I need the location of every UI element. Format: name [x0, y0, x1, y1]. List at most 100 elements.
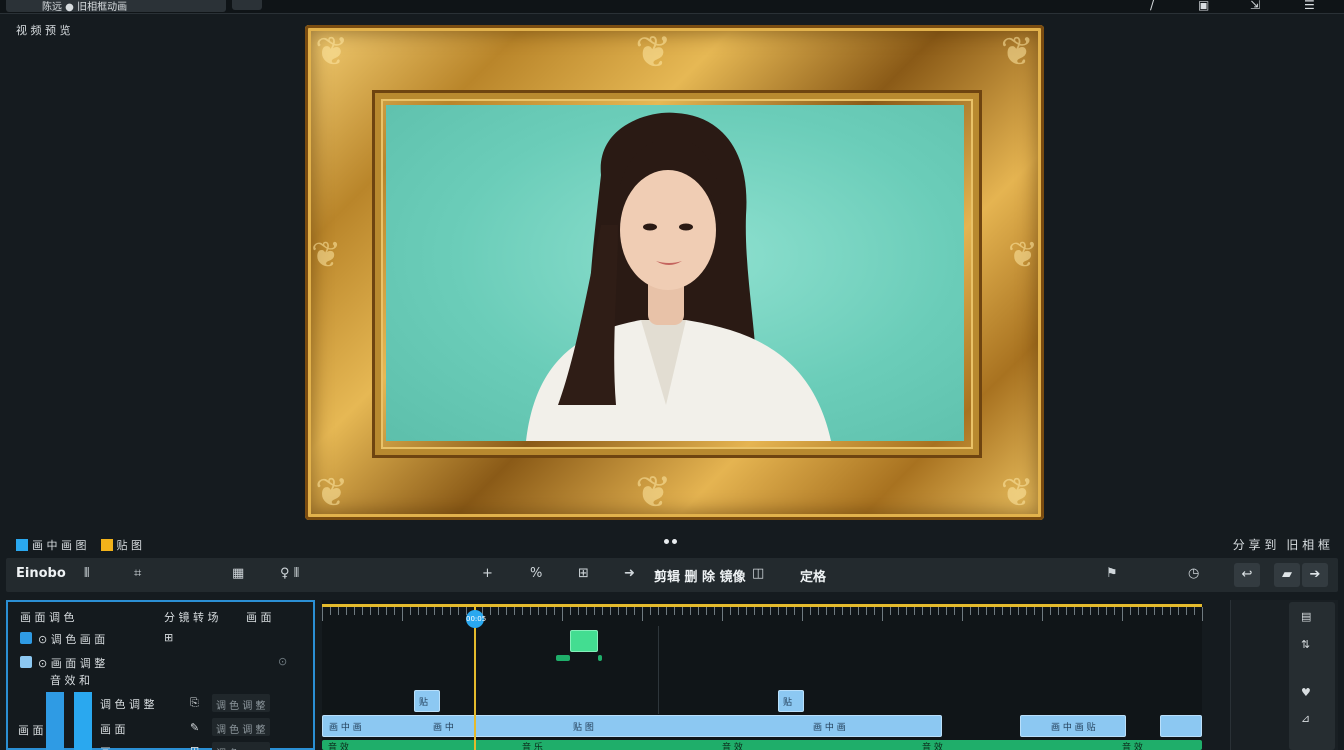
tag-icon[interactable]: ⇅	[1301, 638, 1310, 651]
ruler-tick	[962, 607, 963, 621]
frame-icon[interactable]: ◫	[752, 566, 764, 581]
grid-icon[interactable]: ▦	[232, 566, 244, 581]
track-row-field-1[interactable]: 调 色 调 整	[212, 694, 270, 712]
ruler-tick	[994, 607, 995, 615]
menu-icon[interactable]: ☰	[1304, 0, 1315, 12]
ruler-tick	[442, 607, 443, 615]
ruler-tick	[1154, 607, 1155, 615]
frame-ornament-tl: ❦	[315, 29, 349, 75]
ruler-tick	[810, 607, 811, 615]
ruler-tick	[618, 607, 619, 615]
project-title-tab[interactable]: 陈远 ● 旧相框动画	[6, 0, 226, 13]
ruler-tick	[834, 607, 835, 615]
panel-header-color[interactable]: 画 面 调 色	[20, 609, 75, 625]
timer-icon[interactable]: ◷	[1188, 566, 1199, 581]
track-row-field-2[interactable]: 调 色 调 整	[212, 718, 270, 736]
time-ruler[interactable]	[322, 604, 1203, 626]
ruler-tick	[1050, 607, 1051, 615]
track-row-field-3[interactable]: 调 色	[212, 742, 270, 750]
panel-header-transition[interactable]: 分 镜 转 场	[164, 609, 219, 625]
legend-swatch-blue	[16, 539, 28, 551]
ruler-tick	[530, 607, 531, 615]
ruler-tick	[498, 607, 499, 615]
sticker-clip[interactable]: 贴	[778, 690, 804, 712]
playhead-handle[interactable]: 00:05	[466, 610, 486, 628]
color-row-extra[interactable]: ⊞	[164, 631, 173, 644]
ruler-tick	[330, 607, 331, 615]
edit-actions-label[interactable]: 剪辑 删 除 镜像	[654, 566, 746, 585]
checkbox-color-row[interactable]	[20, 632, 32, 644]
audio-clip[interactable]: 音 效 音 乐 音 效 音 效 音 效	[322, 740, 1202, 750]
back-button[interactable]	[232, 0, 262, 10]
ruler-tick	[1090, 607, 1091, 615]
mirror-icon[interactable]: ⊞	[578, 566, 589, 581]
split-icon[interactable]: ⫴	[84, 566, 89, 581]
ruler-tick	[858, 607, 859, 615]
ruler-tick	[1026, 607, 1027, 615]
overlay-clip[interactable]	[570, 630, 598, 652]
ruler-tick	[490, 607, 491, 615]
ruler-tick	[770, 607, 771, 615]
pen-icon[interactable]: /	[1150, 0, 1154, 12]
heart-icon[interactable]: ♥	[1301, 686, 1311, 699]
ruler-tick	[978, 607, 979, 615]
adjust-icon[interactable]: ⊿	[1301, 712, 1310, 725]
text-icon[interactable]: ♀ ⦀	[280, 566, 299, 581]
ruler-tick	[1186, 607, 1187, 615]
main-video-clip[interactable]	[1160, 715, 1202, 737]
track-row-icon-1[interactable]: ⎘	[190, 696, 199, 710]
flag-icon[interactable]: ⚑	[1106, 566, 1118, 581]
export-button[interactable]: ➔	[1302, 563, 1328, 587]
old-frame-label[interactable]: 旧 相 框	[1286, 536, 1330, 553]
main-video-clip[interactable]: 画 中 画 贴	[1020, 715, 1126, 737]
undo-button[interactable]: ↩	[1234, 563, 1260, 587]
track-row-icon-2[interactable]: ✎	[190, 721, 199, 734]
ruler-tick	[370, 607, 371, 615]
ruler-tick	[1082, 607, 1083, 615]
add-icon[interactable]: +	[482, 566, 493, 581]
main-video-clip[interactable]: 画 中 画 画 中 贴 图 画 中 画	[322, 715, 942, 737]
pager-dot[interactable]	[664, 539, 669, 544]
calendar-icon[interactable]: ▣	[1198, 0, 1209, 12]
ruler-tick	[346, 607, 347, 615]
ruler-tick	[1170, 607, 1171, 615]
ruler-tick	[906, 607, 907, 615]
clip-label: 音 效	[922, 743, 943, 750]
ruler-tick	[762, 607, 763, 615]
overlay-clip-handle[interactable]	[598, 655, 602, 661]
legend-label-sticker: 贴 图	[116, 539, 143, 552]
track-row-icon-3[interactable]: ⊞	[190, 744, 199, 750]
layers-icon[interactable]: ▤	[1301, 610, 1311, 623]
toolbar-title: Einobo	[16, 566, 66, 581]
ruler-tick	[378, 607, 379, 615]
save-button[interactable]: ▰	[1274, 563, 1300, 587]
ruler-tick	[730, 607, 731, 615]
arrow-icon[interactable]: ➜	[624, 566, 635, 581]
ruler-tick	[778, 607, 779, 615]
panel-header-image[interactable]: 画 面	[246, 609, 272, 625]
percent-icon[interactable]: %	[530, 566, 542, 581]
pager-dot[interactable]	[672, 539, 677, 544]
overlay-clip-handle[interactable]	[556, 655, 570, 661]
track-selector-a[interactable]	[46, 692, 64, 750]
video-preview[interactable]: ❦ ❦ ❦ ❦ ❦ ❦ ❦ ❦	[305, 25, 1044, 520]
ruler-tick	[594, 607, 595, 615]
ruler-tick	[578, 607, 579, 615]
ruler-tick	[1178, 607, 1179, 615]
ruler-tick	[842, 607, 843, 615]
ruler-tick	[410, 607, 411, 615]
track-selector-b[interactable]	[74, 692, 92, 750]
track-row-label-2: 画 面	[100, 723, 126, 736]
pager-dots[interactable]	[664, 539, 677, 544]
freeze-button[interactable]: 定格	[800, 566, 826, 585]
checkbox-adjust-row[interactable]	[20, 656, 32, 668]
share-label[interactable]: 分 享 到	[1233, 536, 1277, 553]
share-icon[interactable]: ⇲	[1250, 0, 1260, 12]
crop-icon[interactable]: ⌗	[134, 566, 141, 581]
timeline[interactable]: 贴 贴 画 中 画 画 中 贴 图 画 中 画 画 中 画 贴 音 效 音 乐 …	[322, 600, 1203, 750]
adjust-row-extra[interactable]: ⊙	[278, 655, 287, 668]
sticker-clip[interactable]: 贴	[414, 690, 440, 712]
ruler-tick	[1010, 607, 1011, 615]
ruler-tick	[1194, 607, 1195, 615]
adjust-row-label: ⊙ 画 面 调 整	[38, 657, 106, 670]
